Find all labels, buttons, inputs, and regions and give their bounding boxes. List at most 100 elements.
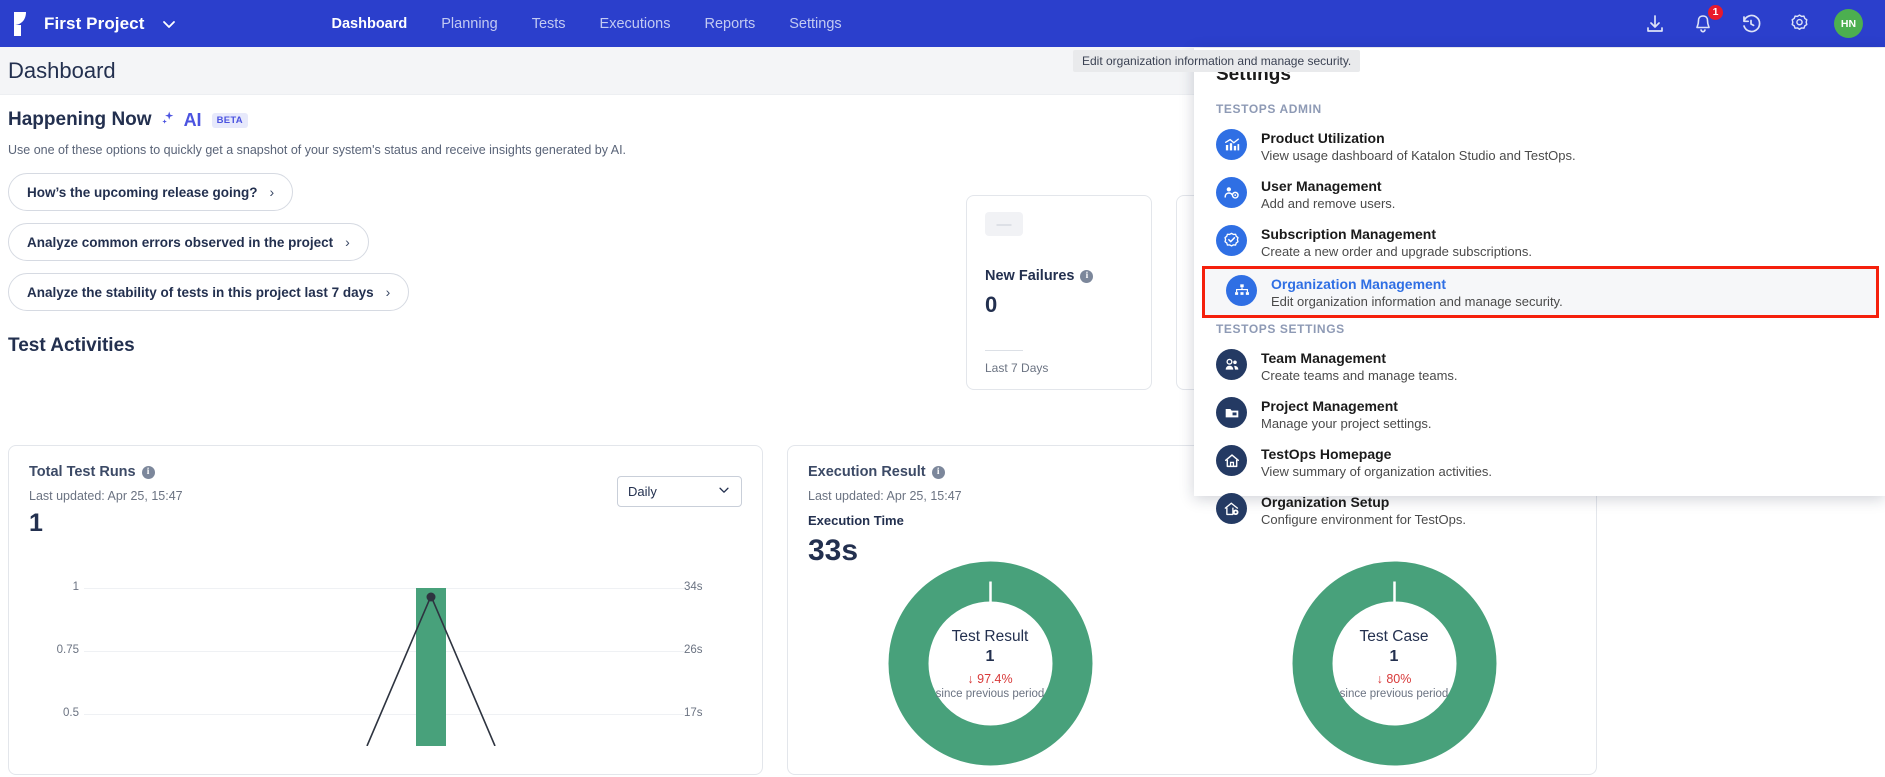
donut-test-result: Test Result 1 ↓ 97.4% since previous per… bbox=[888, 561, 1093, 766]
ai-prompt-option-release[interactable]: How’s the upcoming release going? › bbox=[8, 173, 294, 211]
menu-item-title: TestOps Homepage bbox=[1261, 446, 1392, 462]
kpi-card-new-failures: — New Failures i 0 Last 7 Days bbox=[966, 195, 1152, 390]
main-nav-links: Dashboard Planning Tests Executions Repo… bbox=[332, 16, 842, 32]
donut-since: since previous period bbox=[1339, 687, 1449, 700]
nav-link-settings[interactable]: Settings bbox=[789, 16, 841, 32]
gear-settings-icon[interactable] bbox=[1786, 11, 1812, 37]
menu-item-title: Product Utilization bbox=[1261, 130, 1385, 146]
chevron-down-icon bbox=[717, 483, 731, 500]
menu-item-title: Organization Management bbox=[1271, 276, 1447, 292]
ai-prompt-option-stability[interactable]: Analyze the stability of tests in this p… bbox=[8, 273, 410, 311]
ai-prompt-label: How’s the upcoming release going? bbox=[27, 184, 258, 200]
card-total-test-runs: Total Test Runs i Last updated: Apr 25, … bbox=[8, 445, 763, 775]
y2-axis-tick: 34s bbox=[684, 581, 703, 593]
beta-badge: BETA bbox=[211, 112, 248, 128]
menu-item-desc: Configure environment for TestOps. bbox=[1261, 512, 1466, 527]
donut-center-labels: Test Result 1 ↓ 97.4% since previous per… bbox=[888, 561, 1093, 766]
donut-name: Test Result bbox=[951, 627, 1029, 645]
brand-area[interactable]: First Project bbox=[0, 10, 177, 38]
group-label-testops-settings: TESTOPS SETTINGS bbox=[1216, 322, 1345, 336]
menu-item-title: Team Management bbox=[1261, 350, 1386, 366]
menu-item-subscription-management[interactable]: Subscription Management Create a new ord… bbox=[1194, 218, 1885, 266]
donut-charts: Test Result 1 ↓ 97.4% since previous per… bbox=[788, 561, 1596, 766]
history-clock-icon[interactable] bbox=[1738, 11, 1764, 37]
menu-item-desc: Edit organization information and manage… bbox=[1271, 294, 1563, 309]
chevron-down-icon[interactable] bbox=[161, 16, 177, 32]
info-icon[interactable]: i bbox=[141, 465, 155, 479]
folder-icon bbox=[1216, 397, 1247, 428]
nav-link-reports[interactable]: Reports bbox=[704, 16, 755, 32]
badge-check-icon bbox=[1216, 225, 1247, 256]
menu-item-desc: Manage your project settings. bbox=[1261, 416, 1432, 431]
page-title: Dashboard bbox=[8, 57, 116, 83]
ai-prompt-label: Analyze common errors observed in the pr… bbox=[27, 234, 334, 250]
ai-prompt-label: Analyze the stability of tests in this p… bbox=[27, 284, 374, 300]
nav-link-tests[interactable]: Tests bbox=[532, 16, 566, 32]
card-title-text: Total Test Runs bbox=[29, 464, 136, 480]
donut-count: 1 bbox=[1389, 647, 1399, 665]
menu-item-desc: View usage dashboard of Katalon Studio a… bbox=[1261, 148, 1576, 163]
y2-axis-tick: 17s bbox=[684, 707, 703, 719]
team-people-icon bbox=[1216, 349, 1247, 380]
menu-item-product-utilization[interactable]: Product Utilization View usage dashboard… bbox=[1194, 122, 1885, 170]
chevron-right-icon: › bbox=[385, 284, 391, 300]
menu-item-user-management[interactable]: User Management Add and remove users. bbox=[1194, 170, 1885, 218]
nav-link-dashboard[interactable]: Dashboard bbox=[332, 16, 408, 32]
donut-center-labels: Test Case 1 ↓ 80% since previous period bbox=[1292, 561, 1497, 766]
kpi-footer: Last 7 Days bbox=[985, 361, 1049, 375]
menu-item-desc: Create a new order and upgrade subscript… bbox=[1261, 244, 1532, 259]
info-icon[interactable]: i bbox=[1080, 269, 1094, 283]
kpi-skeleton-placeholder: — bbox=[985, 212, 1023, 236]
total-test-runs-value: 1 bbox=[29, 509, 43, 537]
chart-bars-icon bbox=[1216, 129, 1247, 160]
bell-notification-icon[interactable]: 1 bbox=[1690, 3, 1724, 37]
org-hierarchy-icon bbox=[1226, 275, 1257, 306]
katalon-leaf-logo bbox=[8, 10, 34, 38]
period-select-value: Daily bbox=[628, 484, 657, 499]
menu-item-testops-homepage[interactable]: TestOps Homepage View summary of organiz… bbox=[1194, 438, 1885, 486]
group-label-testops-admin: TESTOPS ADMIN bbox=[1216, 102, 1322, 116]
y-axis-tick: 1 bbox=[72, 581, 79, 593]
chart-line-spike bbox=[366, 592, 496, 746]
info-icon[interactable]: i bbox=[931, 465, 945, 479]
top-navigation-bar: First Project Dashboard Planning Tests E… bbox=[0, 0, 1885, 47]
project-name: First Project bbox=[44, 13, 145, 33]
ai-label: AI bbox=[183, 109, 202, 130]
total-test-runs-plot: 1 0.75 0.5 34s 26s 17s bbox=[29, 556, 742, 746]
tooltip: Edit organization information and manage… bbox=[1073, 50, 1361, 72]
menu-item-title: Organization Setup bbox=[1261, 494, 1390, 510]
nav-right-icons: 1 HN bbox=[1642, 3, 1885, 38]
kpi-label: New Failures i bbox=[985, 268, 1133, 284]
donut-count: 1 bbox=[985, 647, 995, 665]
menu-item-title: Project Management bbox=[1261, 398, 1398, 414]
donut-test-case: Test Case 1 ↓ 80% since previous period bbox=[1292, 561, 1497, 766]
donut-name: Test Case bbox=[1359, 627, 1429, 645]
ai-sparkle-icon bbox=[159, 109, 177, 131]
donut-delta: ↓ 97.4% bbox=[967, 671, 1013, 686]
settings-dropdown-panel: Settings TESTOPS ADMIN Product Utilizati… bbox=[1194, 48, 1885, 527]
avatar[interactable]: HN bbox=[1834, 9, 1863, 38]
download-icon[interactable] bbox=[1642, 11, 1668, 37]
menu-item-organization-management[interactable]: Organization Management Edit organizatio… bbox=[1202, 266, 1879, 318]
menu-item-team-management[interactable]: Team Management Create teams and manage … bbox=[1194, 342, 1885, 390]
kpi-label-text: New Failures bbox=[985, 268, 1075, 284]
chevron-right-icon: › bbox=[345, 234, 350, 250]
happening-now-title: Happening Now bbox=[8, 109, 152, 130]
menu-item-title: Subscription Management bbox=[1261, 226, 1437, 242]
ai-prompt-option-errors[interactable]: Analyze common errors observed in the pr… bbox=[8, 223, 369, 261]
chevron-right-icon: › bbox=[269, 184, 275, 200]
menu-item-title: User Management bbox=[1261, 178, 1382, 194]
card-title-text: Execution Result bbox=[808, 464, 926, 480]
menu-item-organization-setup[interactable]: Organization Setup Configure environment… bbox=[1194, 486, 1885, 534]
menu-item-desc: View summary of organization activities. bbox=[1261, 464, 1492, 479]
kpi-divider bbox=[985, 350, 1023, 351]
y-axis-tick: 0.75 bbox=[56, 644, 79, 656]
nav-link-executions[interactable]: Executions bbox=[600, 16, 671, 32]
menu-item-project-management[interactable]: Project Management Manage your project s… bbox=[1194, 390, 1885, 438]
menu-item-desc: Add and remove users. bbox=[1261, 196, 1396, 211]
home-icon bbox=[1216, 445, 1247, 476]
y-axis-tick: 0.5 bbox=[63, 707, 79, 719]
nav-link-planning[interactable]: Planning bbox=[441, 16, 497, 32]
period-select[interactable]: Daily bbox=[617, 476, 742, 507]
menu-item-desc: Create teams and manage teams. bbox=[1261, 368, 1458, 383]
